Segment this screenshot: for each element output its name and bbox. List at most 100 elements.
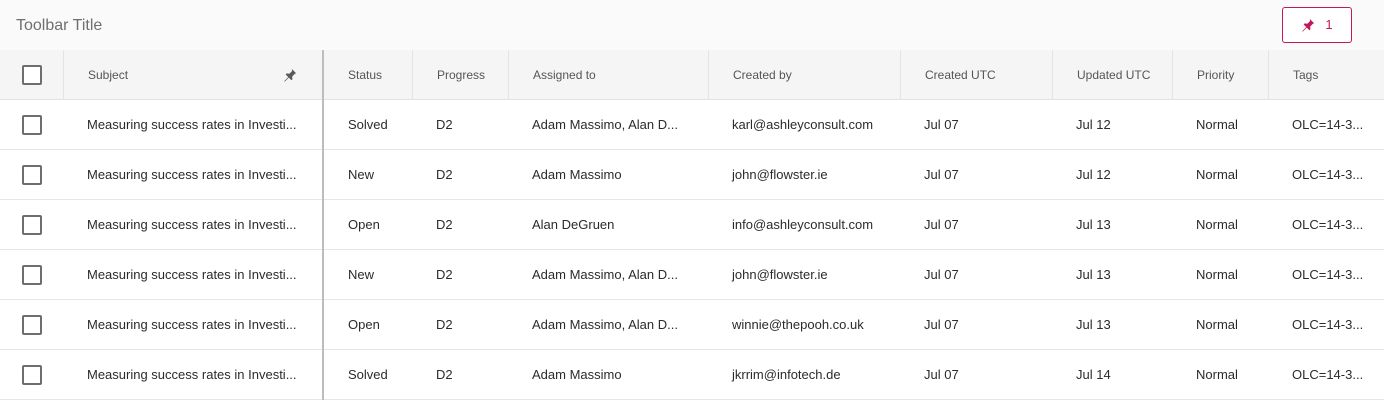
header-select-cell — [0, 50, 63, 99]
header-row: Subject Status Progress Assigned to Crea… — [0, 50, 1384, 100]
cell-tags[interactable]: OLC=14-3... — [1268, 150, 1384, 199]
cell-status[interactable]: Open — [324, 300, 412, 349]
cell-progress[interactable]: D2 — [412, 350, 508, 399]
row-select-cell — [0, 150, 63, 199]
cell-assigned-to[interactable]: Adam Massimo — [508, 350, 708, 399]
pin-column-icon[interactable] — [283, 68, 297, 87]
row-select-cell — [0, 300, 63, 349]
table-row[interactable]: Measuring success rates in Investi... Ne… — [0, 150, 1384, 200]
table-row[interactable]: Measuring success rates in Investi... Ne… — [0, 250, 1384, 300]
cell-progress[interactable]: D2 — [412, 300, 508, 349]
cell-updated-utc[interactable]: Jul 13 — [1052, 250, 1172, 299]
pinned-rows-button[interactable]: 1 — [1282, 7, 1352, 43]
cell-subject[interactable]: Measuring success rates in Investi... — [63, 350, 322, 399]
data-grid: Subject Status Progress Assigned to Crea… — [0, 50, 1384, 400]
column-header-created-by[interactable]: Created by — [708, 50, 900, 99]
column-header-progress-label: Progress — [437, 67, 486, 82]
table-row[interactable]: Measuring success rates in Investi... Op… — [0, 200, 1384, 250]
toolbar: Toolbar Title 1 — [0, 0, 1384, 50]
cell-assigned-to[interactable]: Adam Massimo — [508, 150, 708, 199]
cell-priority[interactable]: Normal — [1172, 200, 1268, 249]
cell-subject[interactable]: Measuring success rates in Investi... — [63, 200, 322, 249]
cell-updated-utc[interactable]: Jul 12 — [1052, 150, 1172, 199]
cell-created-by[interactable]: info@ashleyconsult.com — [708, 200, 900, 249]
row-checkbox[interactable] — [21, 364, 42, 385]
column-header-created-utc[interactable]: Created UTC — [900, 50, 1052, 99]
cell-tags[interactable]: OLC=14-3... — [1268, 200, 1384, 249]
cell-created-utc[interactable]: Jul 07 — [900, 200, 1052, 249]
row-select-cell — [0, 200, 63, 249]
cell-priority[interactable]: Normal — [1172, 300, 1268, 349]
pinned-count: 1 — [1325, 17, 1333, 32]
cell-tags[interactable]: OLC=14-3... — [1268, 100, 1384, 149]
toolbar-title: Toolbar Title — [16, 17, 103, 34]
cell-tags[interactable]: OLC=14-3... — [1268, 300, 1384, 349]
row-checkbox[interactable] — [21, 314, 42, 335]
cell-progress[interactable]: D2 — [412, 250, 508, 299]
cell-priority[interactable]: Normal — [1172, 100, 1268, 149]
cell-progress[interactable]: D2 — [412, 200, 508, 249]
row-select-cell — [0, 350, 63, 399]
cell-assigned-to[interactable]: Adam Massimo, Alan D... — [508, 100, 708, 149]
column-header-priority[interactable]: Priority — [1172, 50, 1268, 99]
cell-updated-utc[interactable]: Jul 13 — [1052, 300, 1172, 349]
column-header-status-label: Status — [348, 67, 383, 82]
cell-updated-utc[interactable]: Jul 13 — [1052, 200, 1172, 249]
cell-created-by[interactable]: karl@ashleyconsult.com — [708, 100, 900, 149]
cell-created-utc[interactable]: Jul 07 — [900, 100, 1052, 149]
row-select-cell — [0, 100, 63, 149]
cell-subject[interactable]: Measuring success rates in Investi... — [63, 100, 322, 149]
cell-created-by[interactable]: john@flowster.ie — [708, 150, 900, 199]
column-header-tags[interactable]: Tags — [1268, 50, 1384, 99]
column-header-progress[interactable]: Progress — [412, 50, 508, 99]
row-checkbox[interactable] — [21, 164, 42, 185]
row-select-cell — [0, 250, 63, 299]
cell-tags[interactable]: OLC=14-3... — [1268, 350, 1384, 399]
cell-status[interactable]: New — [324, 250, 412, 299]
cell-assigned-to[interactable]: Adam Massimo, Alan D... — [508, 250, 708, 299]
cell-subject[interactable]: Measuring success rates in Investi... — [63, 150, 322, 199]
cell-status[interactable]: New — [324, 150, 412, 199]
select-all-checkbox[interactable] — [21, 64, 42, 85]
cell-status[interactable]: Solved — [324, 350, 412, 399]
cell-priority[interactable]: Normal — [1172, 350, 1268, 399]
cell-progress[interactable]: D2 — [412, 150, 508, 199]
column-header-assigned-to-label: Assigned to — [533, 67, 596, 82]
cell-created-utc[interactable]: Jul 07 — [900, 350, 1052, 399]
cell-status[interactable]: Solved — [324, 100, 412, 149]
cell-updated-utc[interactable]: Jul 14 — [1052, 350, 1172, 399]
cell-status[interactable]: Open — [324, 200, 412, 249]
table-row[interactable]: Measuring success rates in Investi... So… — [0, 350, 1384, 400]
column-header-created-by-label: Created by — [733, 67, 792, 82]
row-checkbox[interactable] — [21, 264, 42, 285]
table-row[interactable]: Measuring success rates in Investi... Op… — [0, 300, 1384, 350]
cell-progress[interactable]: D2 — [412, 100, 508, 149]
cell-priority[interactable]: Normal — [1172, 150, 1268, 199]
cell-created-by[interactable]: winnie@thepooh.co.uk — [708, 300, 900, 349]
cell-created-utc[interactable]: Jul 07 — [900, 250, 1052, 299]
cell-subject[interactable]: Measuring success rates in Investi... — [63, 300, 322, 349]
cell-created-by[interactable]: john@flowster.ie — [708, 250, 900, 299]
pin-icon — [1301, 18, 1315, 32]
table-row[interactable]: Measuring success rates in Investi... So… — [0, 100, 1384, 150]
cell-subject[interactable]: Measuring success rates in Investi... — [63, 250, 322, 299]
pinned-column-divider[interactable] — [322, 50, 324, 400]
cell-created-utc[interactable]: Jul 07 — [900, 300, 1052, 349]
column-header-updated-utc-label: Updated UTC — [1077, 67, 1151, 82]
column-header-subject-label: Subject — [88, 67, 129, 82]
cell-created-by[interactable]: jkrrim@infotech.de — [708, 350, 900, 399]
row-checkbox[interactable] — [21, 114, 42, 135]
column-header-created-utc-label: Created UTC — [925, 67, 996, 82]
cell-updated-utc[interactable]: Jul 12 — [1052, 100, 1172, 149]
column-header-priority-label: Priority — [1197, 67, 1235, 82]
cell-assigned-to[interactable]: Alan DeGruen — [508, 200, 708, 249]
column-header-tags-label: Tags — [1293, 67, 1319, 82]
row-checkbox[interactable] — [21, 214, 42, 235]
cell-priority[interactable]: Normal — [1172, 250, 1268, 299]
column-header-status[interactable]: Status — [324, 50, 412, 99]
cell-tags[interactable]: OLC=14-3... — [1268, 250, 1384, 299]
cell-created-utc[interactable]: Jul 07 — [900, 150, 1052, 199]
column-header-updated-utc[interactable]: Updated UTC — [1052, 50, 1172, 99]
cell-assigned-to[interactable]: Adam Massimo, Alan D... — [508, 300, 708, 349]
column-header-assigned-to[interactable]: Assigned to — [508, 50, 708, 99]
